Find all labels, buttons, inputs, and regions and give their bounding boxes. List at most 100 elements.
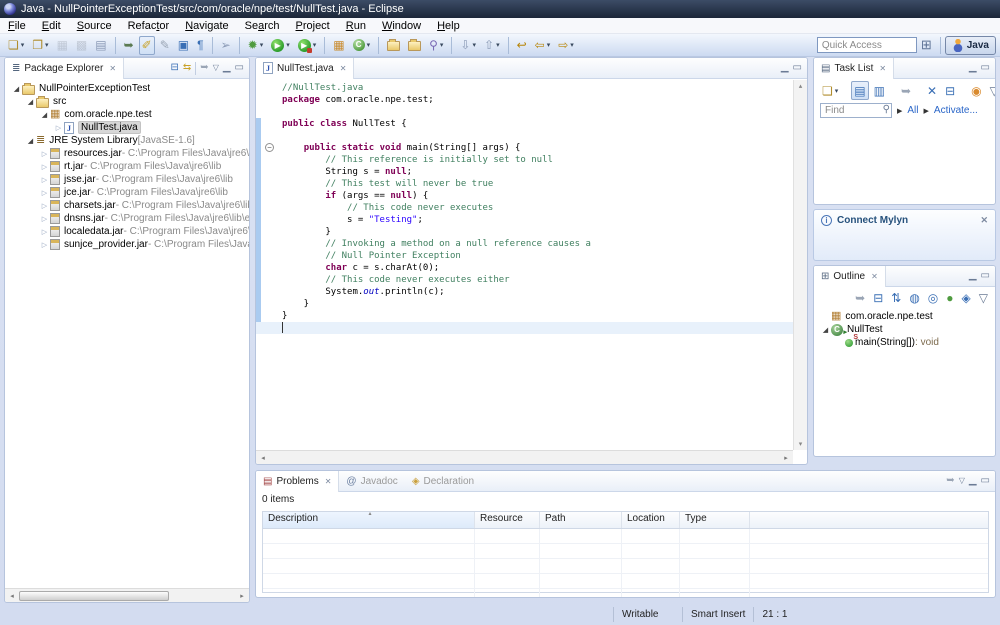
- menu-navigate[interactable]: Navigate: [177, 18, 236, 34]
- dropdown-arrow-icon[interactable]: ▾: [440, 41, 444, 49]
- expander-icon[interactable]: ◢: [25, 98, 36, 106]
- close-icon[interactable]: ✕: [325, 477, 332, 486]
- expander-icon[interactable]: ▷: [39, 241, 50, 249]
- new-java-project-icon[interactable]: ▦: [330, 36, 347, 55]
- menu-run[interactable]: Run: [338, 18, 374, 34]
- print-icon[interactable]: ▤: [92, 36, 109, 55]
- horizontal-scrollbar[interactable]: ◂ ▸: [5, 588, 249, 602]
- tree-item[interactable]: ▦com.oracle.npe.test: [814, 310, 995, 323]
- scope-all-link[interactable]: All: [907, 105, 918, 116]
- code-line[interactable]: [256, 322, 793, 334]
- java-perspective-button[interactable]: Java: [945, 36, 996, 55]
- close-icon[interactable]: ✕: [109, 64, 116, 73]
- open-perspective-icon[interactable]: ⊞: [921, 37, 932, 53]
- menu-help[interactable]: Help: [429, 18, 468, 34]
- run-icon[interactable]: ▶▾: [268, 36, 293, 55]
- run-external-tools-icon[interactable]: ▶▾: [295, 36, 320, 55]
- code-line[interactable]: // Invoking a method on a null reference…: [256, 238, 793, 250]
- expander-icon[interactable]: ▷: [39, 228, 50, 236]
- scrollbar-thumb[interactable]: [19, 591, 169, 601]
- code-editor[interactable]: − //NullTest.javapackage com.oracle.npe.…: [256, 80, 793, 450]
- code-line[interactable]: // This code never executes either: [256, 274, 793, 286]
- expander-icon[interactable]: ◢: [11, 85, 22, 93]
- expander-icon[interactable]: ◢: [39, 111, 50, 119]
- code-line[interactable]: //NullTest.java: [256, 82, 793, 94]
- dropdown-arrow-icon[interactable]: ▾: [547, 41, 551, 49]
- column-header-description[interactable]: Description: [263, 512, 475, 528]
- expander-icon[interactable]: ▷: [39, 215, 50, 223]
- code-line[interactable]: package com.oracle.npe.test;: [256, 94, 793, 106]
- column-header-path[interactable]: Path: [540, 512, 622, 528]
- code-line[interactable]: }: [256, 298, 793, 310]
- column-header-type[interactable]: Type: [680, 512, 750, 528]
- maximize-icon[interactable]: ▭: [981, 476, 990, 486]
- column-header-resource[interactable]: Resource: [475, 512, 540, 528]
- collapse-all-icon[interactable]: ⊟: [171, 63, 179, 73]
- code-line[interactable]: public static void main(String[] args) {: [256, 142, 793, 154]
- show-selected-element-icon[interactable]: ▣: [175, 36, 192, 55]
- close-icon[interactable]: ✕: [879, 64, 886, 73]
- maximize-icon[interactable]: ▭: [235, 63, 244, 73]
- new-task-icon[interactable]: ❏▾: [819, 81, 841, 100]
- scroll-left-icon[interactable]: ◂: [5, 592, 19, 600]
- tree-item[interactable]: ▷rt.jar - C:\Program Files\Java\jre6\lib: [5, 160, 249, 173]
- menu-edit[interactable]: Edit: [34, 18, 69, 34]
- scroll-right-icon[interactable]: ▸: [779, 454, 793, 462]
- forward-icon[interactable]: ⇨▾: [555, 36, 577, 55]
- hide-static-members-icon[interactable]: ◎: [925, 288, 941, 307]
- dropdown-arrow-icon[interactable]: ▾: [835, 87, 839, 95]
- scheduled-view-icon[interactable]: ▥: [871, 81, 888, 100]
- tree-item[interactable]: ▷localedata.jar - C:\Program Files\Java\…: [5, 225, 249, 238]
- view-menu-icon[interactable]: ▽: [959, 476, 965, 486]
- dropdown-arrow-icon[interactable]: ▾: [496, 41, 500, 49]
- tree-item[interactable]: ▷dnsns.jar - C:\Program Files\Java\jre6\…: [5, 212, 249, 225]
- code-line[interactable]: }: [256, 226, 793, 238]
- minimize-icon[interactable]: ▁: [969, 271, 977, 281]
- import-icon[interactable]: [384, 36, 403, 55]
- tree-item[interactable]: ◢src: [5, 95, 249, 108]
- tab-task-list[interactable]: ▤ Task List ✕: [814, 58, 894, 79]
- code-line[interactable]: System.out.println(c);: [256, 286, 793, 298]
- tree-item[interactable]: ▷jce.jar - C:\Program Files\Java\jre6\li…: [5, 186, 249, 199]
- code-line[interactable]: // Null Pointer Exception: [256, 250, 793, 262]
- tree-item[interactable]: ◢CNullTest: [814, 323, 995, 336]
- expander-icon[interactable]: ▷: [39, 163, 50, 171]
- menu-project[interactable]: Project: [288, 18, 338, 34]
- dropdown-arrow-icon[interactable]: ▾: [260, 41, 264, 49]
- search-icon[interactable]: ⚲▾: [426, 36, 446, 55]
- menu-source[interactable]: Source: [69, 18, 120, 34]
- minimize-icon[interactable]: ▁: [969, 476, 977, 486]
- debug-icon[interactable]: ✹▾: [245, 36, 267, 55]
- dropdown-arrow-icon[interactable]: ▾: [45, 41, 49, 49]
- vertical-scrollbar[interactable]: ▴ ▾: [793, 80, 807, 450]
- close-icon[interactable]: ✕: [871, 272, 878, 281]
- quick-access-input[interactable]: [817, 37, 917, 53]
- next-annotation-icon[interactable]: ⇩▾: [457, 36, 479, 55]
- code-line[interactable]: }: [256, 310, 793, 322]
- tab-nulltest-java[interactable]: J NullTest.java ✕: [256, 58, 354, 79]
- hide-completed-icon[interactable]: ✕: [924, 81, 940, 100]
- mark-occurrences-icon[interactable]: ✐: [139, 36, 155, 55]
- dropdown-arrow-icon[interactable]: ▾: [472, 41, 476, 49]
- selection-arrow-icon[interactable]: ➢: [218, 36, 234, 55]
- tab-package-explorer[interactable]: ≣ Package Explorer ✕: [5, 58, 124, 79]
- expander-icon[interactable]: ▷: [39, 176, 50, 184]
- expander-icon[interactable]: ◢: [820, 326, 831, 334]
- dropdown-arrow-icon[interactable]: ▾: [367, 41, 371, 49]
- menu-window[interactable]: Window: [374, 18, 429, 34]
- back-icon[interactable]: ⇦▾: [532, 36, 554, 55]
- focus-on-workweek-icon[interactable]: ➥: [898, 81, 914, 100]
- tree-item[interactable]: ◢NullPointerExceptionTest: [5, 82, 249, 95]
- activate-link[interactable]: Activate...: [934, 105, 978, 116]
- expander-icon[interactable]: ▷: [39, 150, 50, 158]
- code-line[interactable]: [256, 106, 793, 118]
- dropdown-arrow-icon[interactable]: ▾: [286, 41, 290, 49]
- code-line[interactable]: s = "Testing";: [256, 214, 793, 226]
- maximize-icon[interactable]: ▭: [793, 63, 802, 73]
- new-java-element-icon[interactable]: ❐▾: [29, 36, 51, 55]
- code-line[interactable]: [256, 130, 793, 142]
- tree-item[interactable]: ▷JNullTest.java: [5, 121, 249, 134]
- find-input[interactable]: [820, 103, 892, 118]
- minimize-icon[interactable]: ▁: [969, 63, 977, 73]
- scroll-up-icon[interactable]: ▴: [799, 82, 803, 90]
